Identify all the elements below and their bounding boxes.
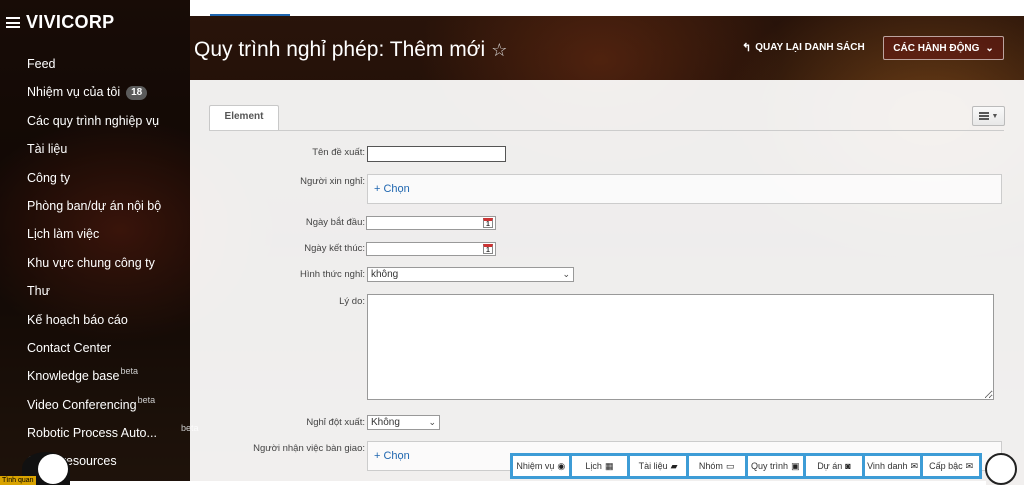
calendar-icon[interactable]: 1: [483, 244, 493, 254]
star-icon[interactable]: ☆: [491, 40, 507, 61]
sidebar-item-common-area[interactable]: Khu vực chung công ty: [27, 255, 198, 283]
leave-type-label: Hình thức nghỉ:: [300, 269, 365, 280]
chevron-down-icon: ⌄: [562, 269, 570, 279]
reason-textarea[interactable]: [367, 294, 994, 400]
proposal-name-label: Tên đề xuất:: [312, 147, 365, 158]
chat-avatar[interactable]: [982, 450, 1020, 485]
dock-item-ranks[interactable]: Cấp bậc ✉: [923, 456, 979, 476]
task-icon: ◉: [557, 460, 566, 471]
sidebar-item-video-conferencing[interactable]: Video Conferencing beta: [27, 395, 198, 425]
proposal-name-input[interactable]: [367, 146, 506, 162]
status-badge: Tình quan: [0, 476, 36, 485]
beta-tag: beta: [120, 366, 138, 377]
top-tab-strip: [190, 0, 1024, 16]
sudden-leave-label: Nghỉ đột xuất:: [306, 417, 365, 428]
sidebar: VIVICORP Feed Nhiệm vụ của tôi 18 Các quy…: [0, 0, 198, 485]
avatar-image: [38, 454, 68, 484]
page-title: Quy trình nghỉ phép: Thêm mới ☆: [194, 38, 508, 61]
form-panel: Element ▼ Tên đề xuất: Người xin nghỉ: +…: [190, 80, 1024, 485]
sidebar-item-report-plan[interactable]: Kế hoạch báo cáo: [27, 312, 198, 340]
sidebar-item-company[interactable]: Công ty: [27, 170, 198, 198]
chevron-down-icon: ⌄: [985, 42, 994, 54]
sidebar-item-contact-center[interactable]: Contact Center: [27, 340, 198, 368]
start-date-label: Ngày bắt đầu:: [305, 217, 365, 228]
menu-icon: [978, 112, 989, 120]
leave-type-select[interactable]: không ⌄: [367, 267, 574, 282]
hamburger-menu-icon[interactable]: [6, 17, 20, 28]
sidebar-item-departments[interactable]: Phòng ban/dự án nội bộ: [27, 198, 198, 226]
sidebar-item-work-calendar[interactable]: Lịch làm việc: [27, 226, 198, 254]
honor-icon: ✉: [910, 460, 919, 471]
calendar-icon[interactable]: 1: [483, 218, 493, 228]
project-icon: ◙: [845, 461, 851, 471]
actions-button[interactable]: CÁC HÀNH ĐỘNG ⌄: [883, 36, 1004, 60]
process-icon: ▣: [791, 460, 800, 471]
beta-tag: beta: [137, 394, 156, 405]
dock-item-tasks[interactable]: Nhiệm vụ ◉: [513, 456, 569, 476]
calendar-icon: ▦: [604, 460, 614, 471]
reason-label: Lý do:: [339, 296, 365, 307]
handover-label: Người nhận việc bàn giao:: [253, 443, 365, 454]
chat-icon: ▭: [725, 460, 735, 471]
sidebar-item-rpa[interactable]: Robotic Process Auto...beta: [27, 423, 198, 453]
sidebar-item-my-tasks[interactable]: Nhiệm vụ của tôi 18: [27, 84, 198, 112]
back-arrow-icon: ↰: [742, 42, 752, 54]
sidebar-item-documents[interactable]: Tài liệu: [27, 141, 198, 169]
dock-item-projects[interactable]: Dự án ◙: [806, 456, 862, 476]
count-badge: 18: [126, 86, 148, 101]
dock-item-calendar[interactable]: Lịch ▦: [571, 456, 628, 476]
back-to-list-link[interactable]: ↰ QUAY LẠI DANH SÁCH: [742, 41, 865, 54]
caret-down-icon: ▼: [991, 112, 999, 120]
sudden-leave-select[interactable]: Không ⌄: [367, 415, 440, 430]
sidebar-item-business-processes[interactable]: Các quy trình nghiệp vụ: [27, 113, 198, 141]
tab-divider: [209, 130, 1004, 131]
sidebar-item-feed[interactable]: Feed: [27, 56, 198, 84]
avatar-image: [985, 453, 1017, 485]
tab-element[interactable]: Element: [209, 105, 279, 131]
end-date-label: Ngày kết thúc:: [304, 243, 365, 254]
folder-icon: ▰: [670, 460, 678, 471]
active-tab-indicator: [210, 14, 290, 16]
choose-link[interactable]: + Chọn: [374, 183, 410, 195]
end-date-input[interactable]: 1: [366, 242, 496, 256]
dock-item-groups[interactable]: Nhóm ▭: [688, 456, 745, 476]
bottom-dock: Nhiệm vụ ◉ Lịch ▦ Tài liệu ▰ Nhóm ▭ Quy trìn…: [510, 453, 982, 479]
sidebar-item-knowledge-base[interactable]: Knowledge base beta: [27, 366, 198, 396]
requester-label: Người xin nghỉ:: [300, 176, 365, 187]
chevron-down-icon: ⌄: [428, 417, 436, 427]
sidebar-nav: Feed Nhiệm vụ của tôi 18 Các quy trình ng…: [27, 56, 198, 482]
dock-item-documents[interactable]: Tài liệu ▰: [630, 456, 686, 476]
choose-link[interactable]: + Chọn: [374, 450, 410, 462]
brand: VIVICORP: [6, 12, 114, 33]
panel-menu-button[interactable]: ▼: [972, 106, 1005, 126]
requester-picker[interactable]: + Chọn: [367, 174, 1002, 204]
brand-name[interactable]: VIVICORP: [26, 12, 114, 33]
dock-item-honor[interactable]: Vinh danh ✉: [864, 456, 921, 476]
bottom-bar: [66, 481, 986, 485]
mail-icon: ✉: [965, 460, 974, 471]
dock-item-process[interactable]: Quy trình ▣: [747, 456, 804, 476]
start-date-input[interactable]: 1: [366, 216, 496, 230]
sidebar-item-mail[interactable]: Thư: [27, 283, 198, 311]
